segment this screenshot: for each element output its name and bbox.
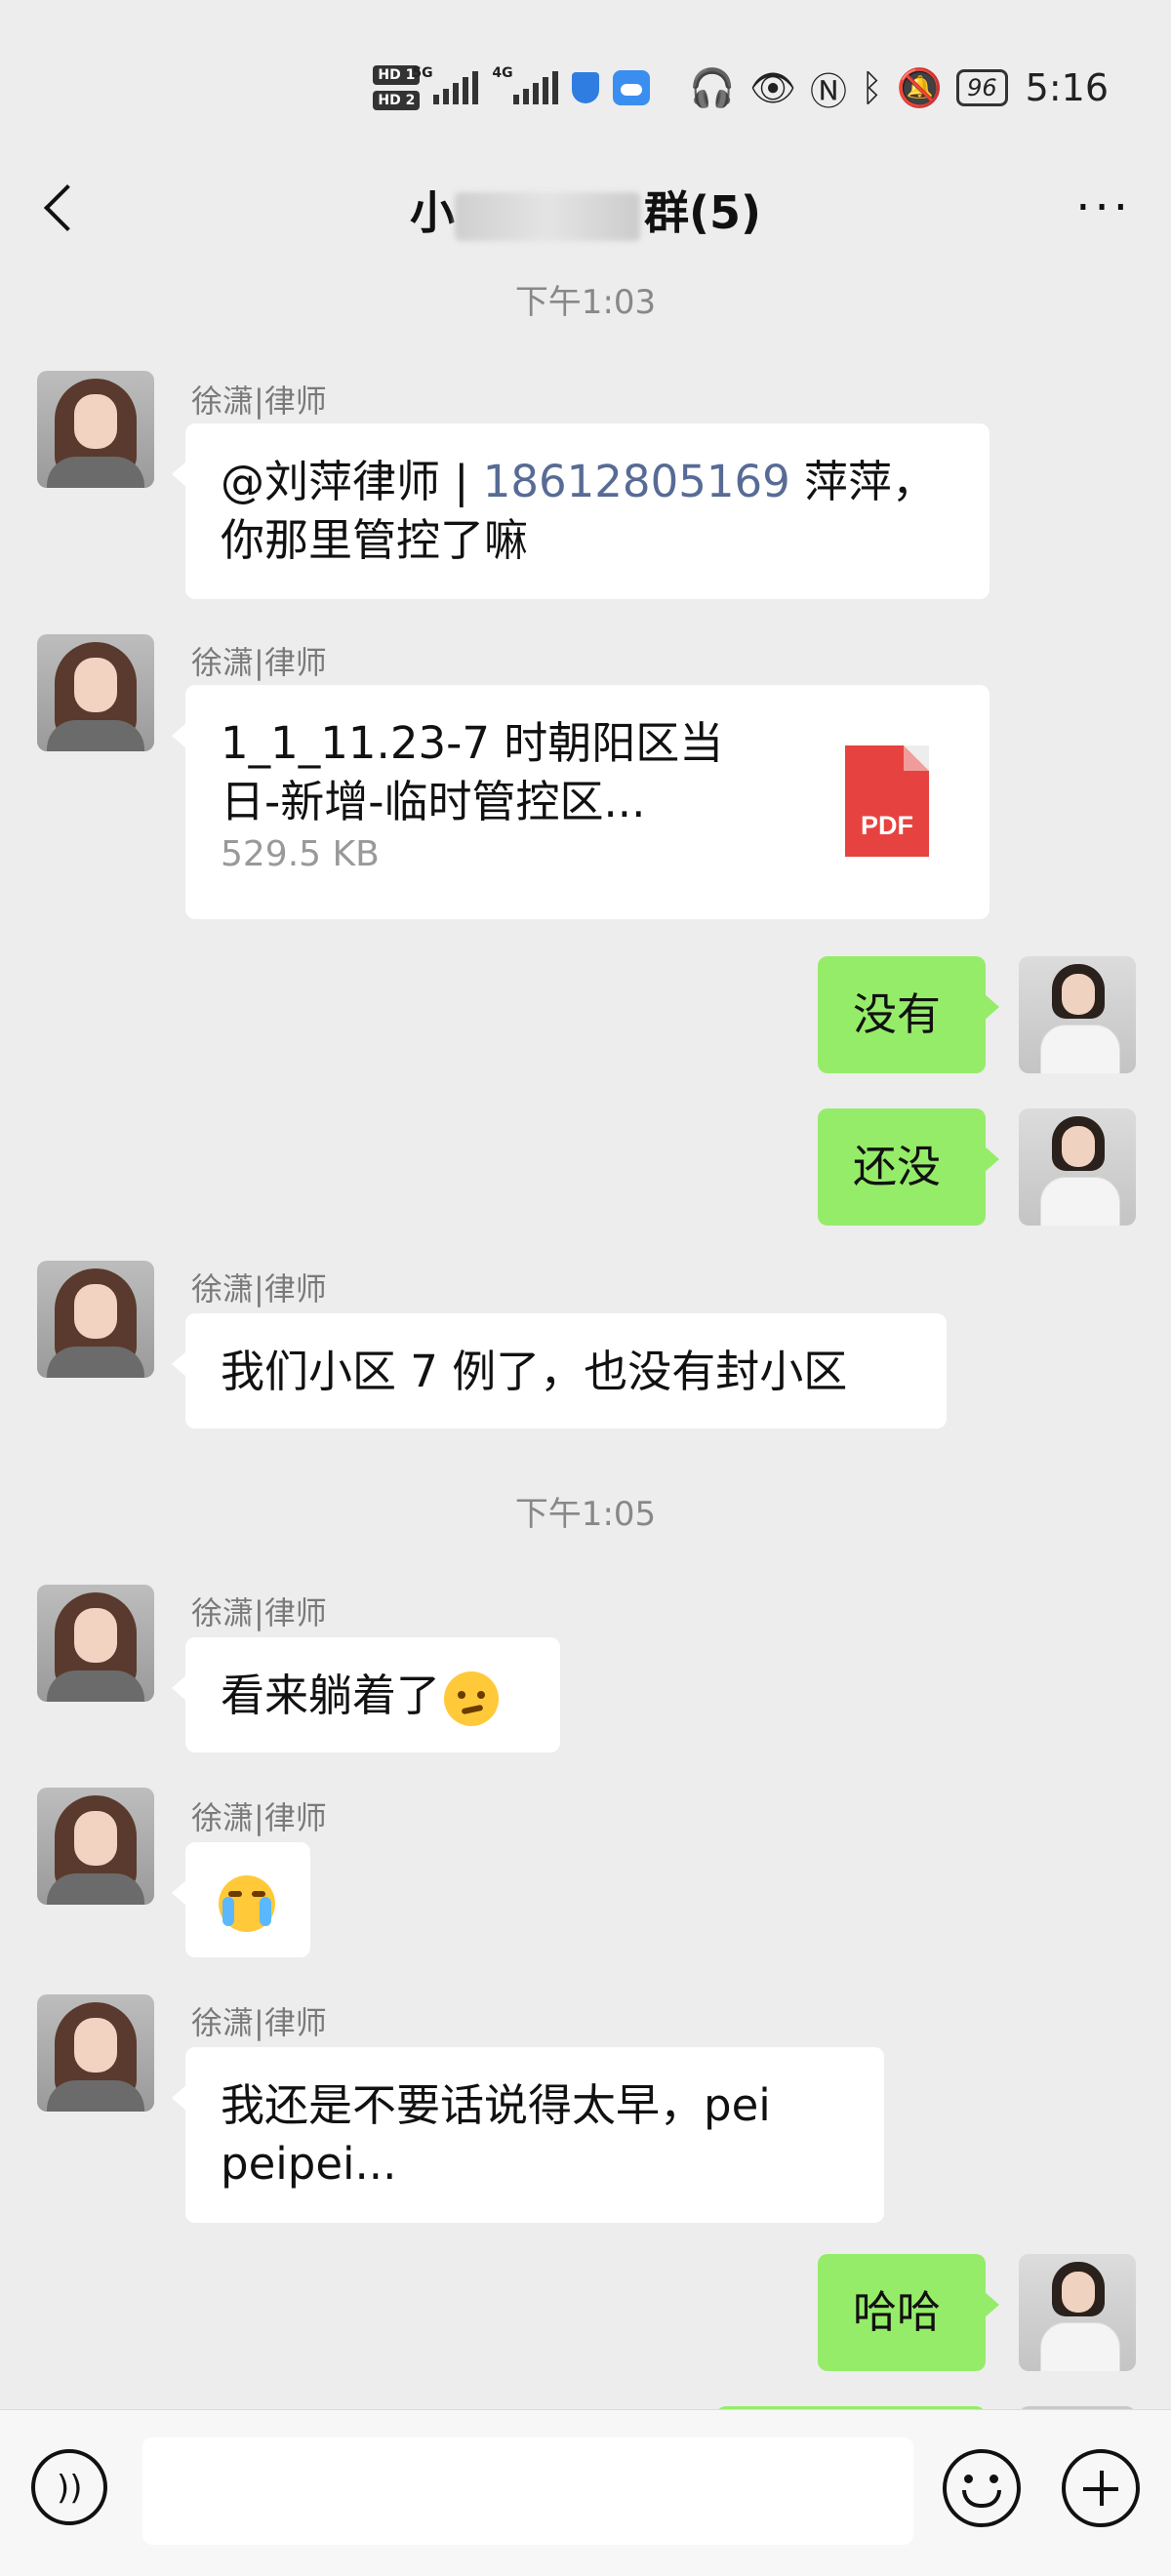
title-prefix: 小 <box>409 186 455 239</box>
message-text: 没有 <box>853 988 942 1040</box>
pdf-file-icon: PDF <box>845 745 929 857</box>
message-bubble-outgoing[interactable]: 还没 <box>818 1108 999 1226</box>
bell-off-icon: 🔕 <box>896 65 944 109</box>
avatar[interactable] <box>37 1585 154 1702</box>
sender-name: 徐潇|律师 <box>191 644 327 681</box>
file-message[interactable]: 1_1_11.23-7 时朝阳区当日-新增-临时管控区... 529.5 KB … <box>172 685 989 919</box>
sender-name: 徐潇|律师 <box>191 1270 327 1308</box>
sender-name: 徐潇|律师 <box>191 382 327 420</box>
message-bubble[interactable]: @刘萍律师 | 18612805169 萍萍，你那里管控了嘛 <box>172 423 989 599</box>
net1-label: 5G <box>412 65 433 81</box>
message-bubble[interactable] <box>172 1842 310 1957</box>
smile-icon[interactable] <box>943 2449 1021 2527</box>
eye-icon: 👁 <box>748 65 796 109</box>
nfc-icon: Ⓝ <box>809 69 847 113</box>
avatar-self[interactable] <box>1019 1108 1136 1226</box>
voice-icon[interactable]: )) <box>31 2449 107 2525</box>
mention[interactable]: @刘萍律师 | <box>221 456 483 507</box>
message-text: 我们小区 7 例了，也没有封小区 <box>221 1346 848 1397</box>
phone-number-link[interactable]: 18612805169 <box>483 456 790 507</box>
bluetooth-icon: ᛒ <box>860 66 883 109</box>
avatar[interactable] <box>37 634 154 751</box>
file-type-label: PDF <box>861 811 913 840</box>
message-bubble[interactable]: 我还是不要话说得太早，pei peipei... <box>172 2047 884 2223</box>
weather-icon <box>613 70 651 105</box>
plus-icon[interactable] <box>1062 2449 1140 2527</box>
battery-icon: 96 <box>956 69 1008 106</box>
signal-4g-icon: 4G <box>492 65 559 104</box>
headphones-icon: 🎧 <box>689 65 736 109</box>
chat-title: 小 群(5) <box>0 178 1171 242</box>
avatar[interactable] <box>37 1261 154 1378</box>
message-text: 看来躺着了 <box>221 1670 441 1721</box>
message-text: 我还是不要话说得太早，pei peipei... <box>221 2079 771 2190</box>
message-bubble[interactable]: 看来躺着了 <box>172 1637 560 1752</box>
sender-name: 徐潇|律师 <box>191 1799 327 1836</box>
avatar-self[interactable] <box>1019 2254 1136 2371</box>
sender-name: 徐潇|律师 <box>191 1594 327 1631</box>
thinking-face-icon <box>444 1671 500 1726</box>
timestamp: 下午1:03 <box>514 283 657 322</box>
input-bar: )) <box>0 2409 1171 2576</box>
more-dots-icon[interactable]: ··· <box>1075 184 1132 231</box>
message-bubble-outgoing[interactable]: 没有 <box>818 956 999 1073</box>
chat-header: 小 群(5) ··· <box>0 146 1171 271</box>
message-bubble-outgoing[interactable]: 哈哈 <box>818 2254 999 2371</box>
clock: 5:16 <box>1025 66 1109 109</box>
status-bar: HD 1 HD 2 5G 4G 🎧 👁 Ⓝ ᛒ 🔕 96 5:16 <box>0 0 1171 146</box>
sender-name: 徐潇|律师 <box>191 2004 327 2041</box>
avatar[interactable] <box>37 1994 154 2112</box>
avatar-self[interactable] <box>1019 956 1136 1073</box>
title-text: 群(5) <box>643 186 762 239</box>
message-text: 还没 <box>853 1141 942 1192</box>
avatar[interactable] <box>37 371 154 488</box>
message-bubble[interactable]: 我们小区 7 例了，也没有封小区 <box>172 1313 947 1429</box>
blurred-title-region <box>454 191 640 241</box>
message-text: 哈哈 <box>853 2286 942 2338</box>
timestamp: 下午1:05 <box>514 1495 657 1534</box>
avatar[interactable] <box>37 1788 154 1905</box>
shield-icon <box>572 72 600 103</box>
hd2-badge: HD 2 <box>373 91 421 110</box>
net2-label: 4G <box>492 65 513 81</box>
file-name: 1_1_11.23-7 时朝阳区当日-新增-临时管控区... <box>221 717 724 827</box>
message-input[interactable] <box>142 2437 913 2545</box>
status-icons: HD 1 HD 2 5G 4G 🎧 👁 Ⓝ ᛒ 🔕 96 5:16 <box>373 59 1109 117</box>
crying-laughing-face-icon <box>219 1875 275 1932</box>
signal-5g-icon: 5G <box>412 65 479 104</box>
